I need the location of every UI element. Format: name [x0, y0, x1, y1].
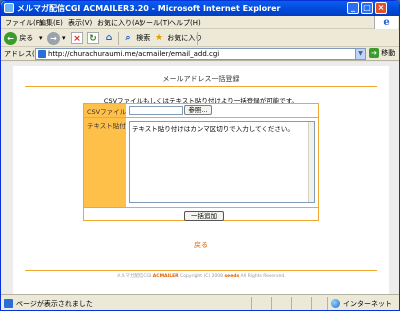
- browser-window: メルマガ配信CGI ACMAILER3.20 - Microsoft Inter…: [0, 0, 400, 311]
- forward-arrow-icon: →: [47, 31, 60, 45]
- go-button[interactable]: ➔ 移動: [369, 48, 395, 60]
- menu-favorites[interactable]: お気に入り(A): [97, 18, 142, 28]
- minimize-button[interactable]: _: [347, 2, 359, 14]
- ie-logo-icon: e: [374, 16, 398, 29]
- page-loaded-icon: [4, 299, 13, 308]
- address-url: http://churachuraumi.me/acmailer/email_a…: [48, 50, 220, 58]
- menu-tools[interactable]: ツール(T): [139, 18, 170, 28]
- search-icon: ⌕: [125, 33, 131, 43]
- refresh-icon: ↻: [87, 32, 99, 44]
- back-arrow-icon: ←: [4, 31, 17, 45]
- page-title: メールアドレス一括登録: [162, 75, 240, 83]
- favorites-star-icon: ★: [154, 33, 164, 43]
- footer: メルマガ配信CGI ACMAILER Copyright (C) 2008 se…: [13, 273, 389, 279]
- row-divider: [84, 207, 318, 208]
- go-arrow-icon: ➔: [369, 48, 379, 58]
- status-bar: ページが表示されました インターネット: [1, 294, 399, 310]
- internet-globe-icon: [331, 299, 340, 308]
- footer-company[interactable]: seeds: [224, 274, 239, 279]
- page-viewport: メールアドレス一括登録 CSVファイルもしくはテキスト貼り付けより一括登録が可能…: [1, 62, 399, 294]
- window-icon: [4, 3, 14, 13]
- page-icon: [38, 50, 46, 58]
- bulk-register-form: CSVファイル 参照... テキスト貼付 テキスト貼り付けはカンマ区切りで入力し…: [83, 103, 319, 221]
- textarea-scrollbar[interactable]: [308, 122, 314, 202]
- toolbar-divider: [118, 32, 119, 45]
- refresh-button[interactable]: ↻: [87, 31, 99, 46]
- forward-dropdown-button[interactable]: ▾: [62, 31, 66, 46]
- close-button[interactable]: ×: [375, 2, 387, 14]
- menu-bar: ファイル(F) 編集(E) 表示(V) お気に入り(A) ツール(T) ヘルプ(…: [1, 16, 399, 29]
- status-divider: [327, 297, 328, 310]
- favorites-button[interactable]: ★ お気に入り: [153, 31, 202, 46]
- window-title: メルマガ配信CGI ACMAILER3.20 - Microsoft Inter…: [17, 4, 281, 13]
- toolbar-divider: [197, 32, 198, 45]
- csv-file-input[interactable]: [129, 106, 183, 115]
- address-bar: アドレス(D) http://churachuraumi.me/acmailer…: [1, 47, 399, 61]
- status-divider: [311, 297, 312, 310]
- csv-file-label: CSVファイル: [84, 104, 126, 117]
- back-button[interactable]: ← 戻る: [4, 31, 33, 46]
- title-bar[interactable]: メルマガ配信CGI ACMAILER3.20 - Microsoft Inter…: [1, 1, 399, 16]
- maximize-button[interactable]: □: [361, 2, 373, 14]
- search-label: 検索: [136, 34, 151, 42]
- toolbar: ← 戻る ▾ → ▾ × ↻ ⌂ ⌕ 検索 ★ お気に入り: [1, 30, 399, 47]
- address-dropdown-icon[interactable]: ▼: [355, 49, 365, 59]
- status-divider: [271, 297, 272, 310]
- menu-view[interactable]: 表示(V): [68, 18, 92, 28]
- status-divider: [251, 297, 252, 310]
- page-body: メールアドレス一括登録 CSVファイルもしくはテキスト貼り付けより一括登録が可能…: [13, 66, 389, 294]
- go-label: 移動: [381, 49, 396, 57]
- status-divider: [291, 297, 292, 310]
- back-link[interactable]: 戻る: [13, 240, 389, 250]
- home-icon: ⌂: [105, 33, 113, 43]
- menu-edit[interactable]: 編集(E): [39, 18, 63, 28]
- text-paste-cell: テキスト貼り付けはカンマ区切りで入力してください。: [126, 118, 318, 207]
- back-dropdown-button[interactable]: ▾: [39, 31, 43, 46]
- footer-copyright: Copyright (C) 2008: [180, 274, 224, 279]
- security-zone-text: インターネット: [343, 300, 392, 308]
- stop-button[interactable]: ×: [71, 31, 83, 46]
- footer-prefix: メルマガ配信CGI: [116, 274, 152, 279]
- text-paste-textarea[interactable]: テキスト貼り付けはカンマ区切りで入力してください。: [129, 121, 315, 203]
- menu-file[interactable]: ファイル(F): [5, 18, 43, 28]
- footer-divider: [25, 270, 377, 271]
- textarea-content: テキスト貼り付けはカンマ区切りで入力してください。: [132, 125, 294, 133]
- footer-rights: All Rights Reserved.: [240, 274, 286, 279]
- status-text: ページが表示されました: [16, 300, 93, 308]
- menu-help[interactable]: ヘルプ(H): [169, 18, 201, 28]
- footer-brand[interactable]: ACMAILER: [153, 274, 179, 279]
- forward-button[interactable]: →: [47, 31, 60, 46]
- back-label: 戻る: [19, 34, 34, 42]
- search-button[interactable]: ⌕ 検索: [122, 31, 150, 46]
- home-button[interactable]: ⌂: [103, 31, 115, 46]
- address-input[interactable]: http://churachuraumi.me/acmailer/email_a…: [35, 48, 366, 60]
- text-paste-label: テキスト貼付: [84, 118, 126, 207]
- csv-file-cell: 参照...: [126, 104, 318, 117]
- browse-button[interactable]: 参照...: [184, 105, 212, 115]
- title-divider: [25, 86, 377, 87]
- stop-icon: ×: [71, 32, 83, 44]
- bulk-add-button[interactable]: 一括追加: [184, 211, 224, 221]
